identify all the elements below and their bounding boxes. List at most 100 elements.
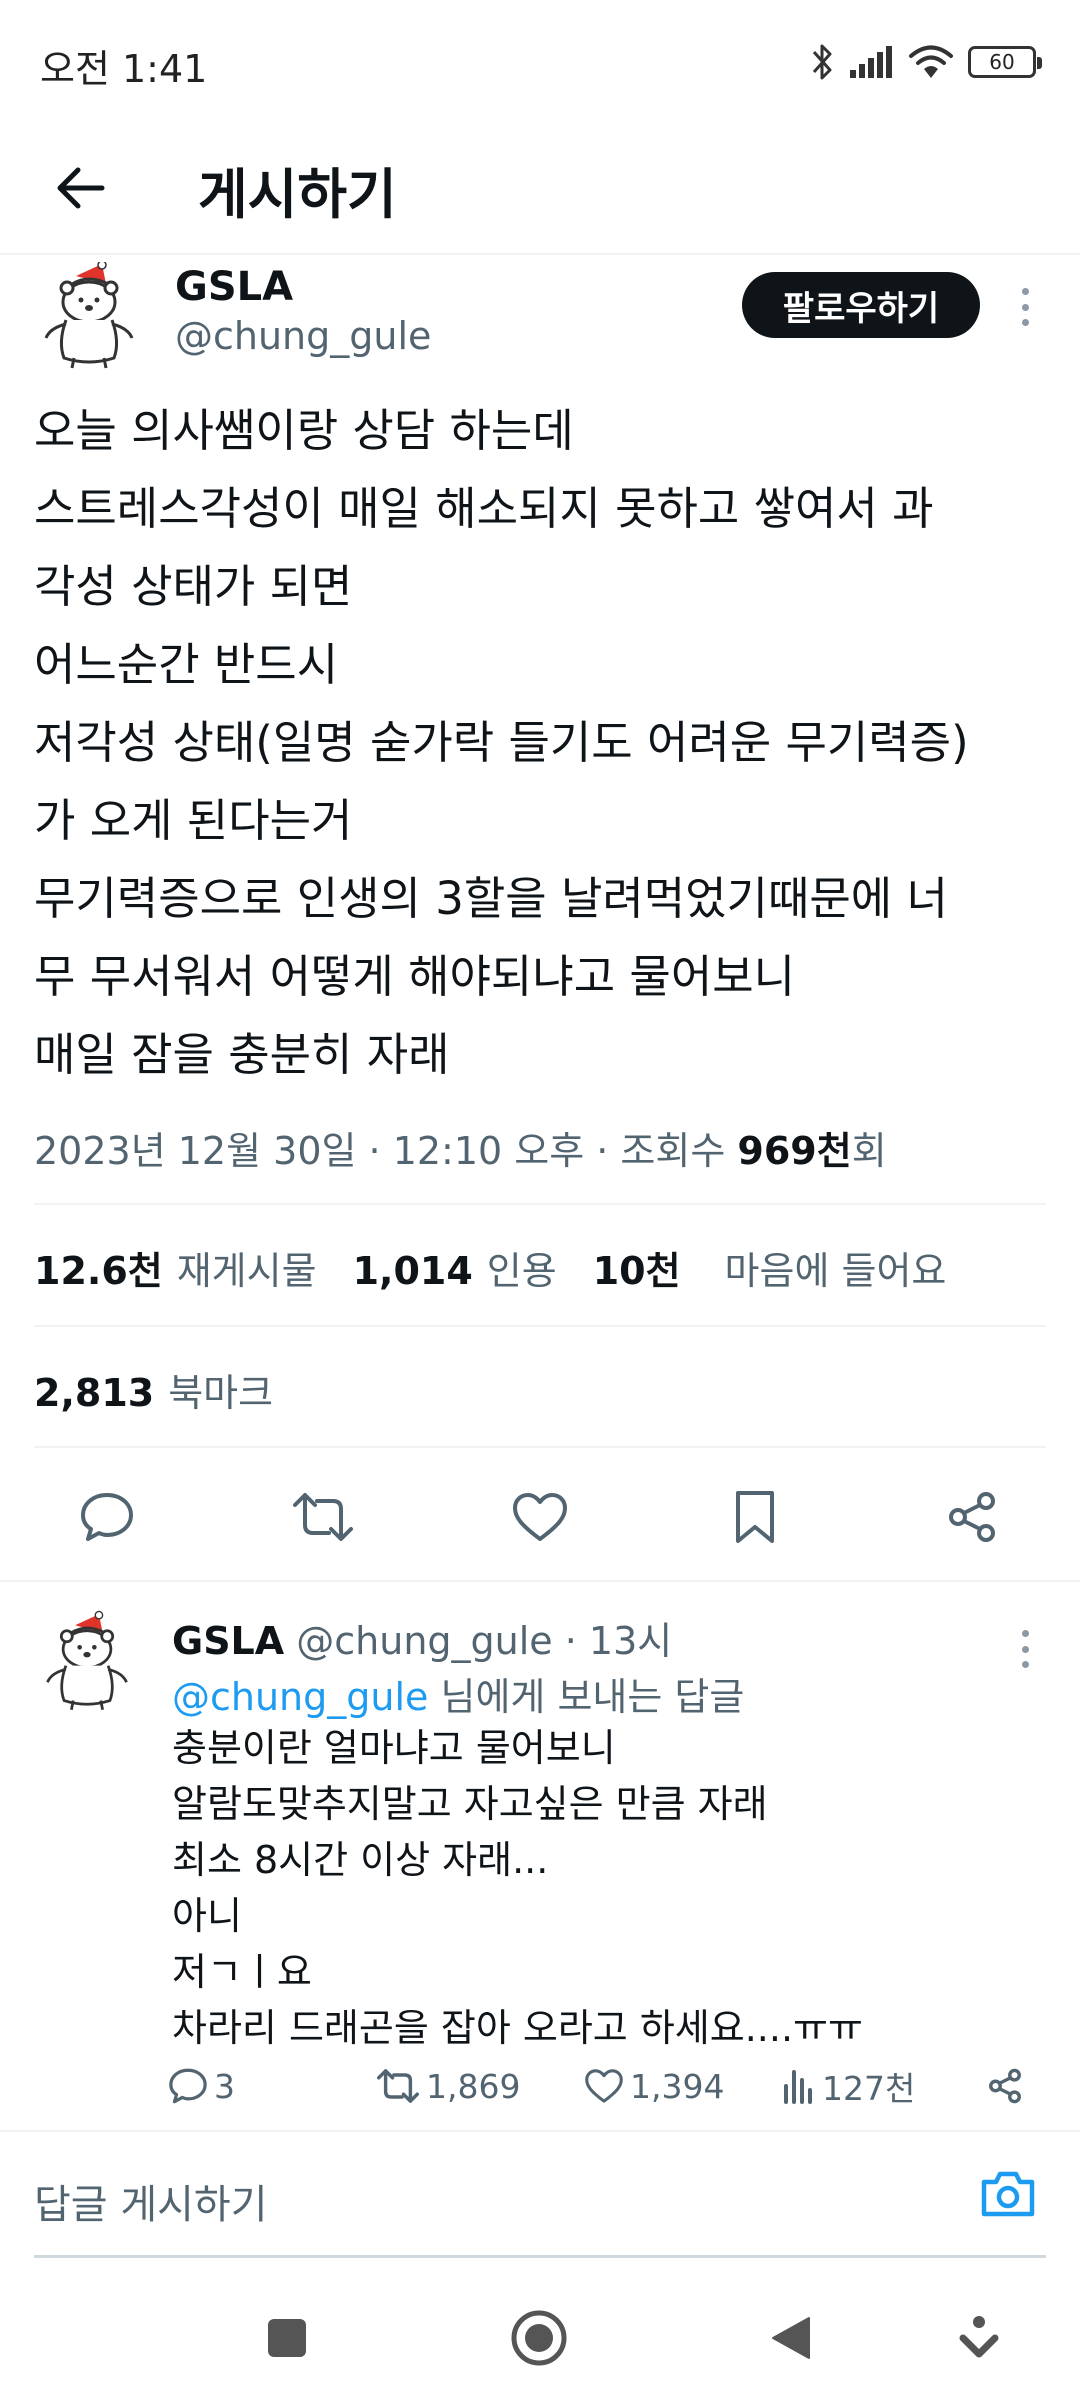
reply-likes-count: 1,394 (630, 2066, 725, 2106)
triangle-back-icon (772, 2317, 810, 2359)
reply-like-button[interactable]: 1,394 (584, 2058, 724, 2114)
more-options-icon[interactable] (1010, 282, 1040, 332)
reply-views-button[interactable]: 127천 (782, 2058, 915, 2114)
post-timestamp: 2023년 12월 30일 · 12:10 오후 · 조회수 969천회 (34, 1120, 887, 1175)
more-options-icon[interactable] (1010, 1624, 1040, 1674)
speech-bubble-icon (81, 1493, 133, 1541)
system-nav-bar (0, 2275, 1080, 2400)
share-button[interactable] (937, 1482, 1007, 1552)
bear-avatar-icon (44, 260, 134, 369)
dot (1021, 288, 1029, 295)
reposts-label[interactable]: 재게시물 (177, 1240, 317, 1295)
composer-underline (34, 2255, 1046, 2258)
home-circle-icon (511, 2310, 567, 2366)
heart-icon (585, 2069, 623, 2103)
dot (1021, 303, 1029, 311)
reposts-count[interactable]: 12.6천 (34, 1240, 163, 1295)
reply-views-count: 127천 (822, 2069, 916, 2108)
reply-share-button[interactable] (986, 2058, 1024, 2114)
bookmark-icon (736, 1491, 774, 1543)
wifi-icon (909, 45, 953, 78)
reply-line: 저ㄱㅣ요 (172, 1950, 312, 1994)
reply-line: 알람도맞추지말고 자고싶은 만큼 자래 (172, 1782, 768, 1826)
reply-to-suffix: 님에게 보내는 답글 (428, 1675, 745, 1719)
author-handle[interactable]: @chung_gule (175, 314, 431, 358)
bookmark-button[interactable] (720, 1482, 790, 1552)
bookmark-stats: 2,813 북마크 (34, 1362, 309, 1417)
reply-input[interactable]: 답글 게시하기 (34, 2172, 268, 2230)
post-body: 오늘 의사쌤이랑 상담 하는데 스트레스각성이 매일 해소되지 못하고 쌓여서 … (34, 392, 1054, 1094)
arrow-left-icon (57, 167, 105, 209)
top-bar: 게시하기 (0, 120, 1080, 255)
bluetooth-icon (812, 44, 832, 80)
post-action-bar (0, 1472, 1080, 1562)
reply-button[interactable] (72, 1482, 142, 1552)
page-title: 게시하기 (198, 163, 397, 226)
engagement-stats: 12.6천 재게시물 1,014 인용 10천 마음에 들어요 (34, 1240, 982, 1295)
divider (34, 1203, 1046, 1205)
post-line: 스트레스각성이 매일 해소되지 못하고 쌓여서 과 (34, 482, 934, 535)
timestamp-text: 2023년 12월 30일 · 12:10 오후 · 조회수 (34, 1129, 738, 1173)
reply-author-name[interactable]: GSLA (172, 1619, 284, 1663)
follow-button[interactable]: 팔로우하기 (742, 272, 980, 338)
post-line: 무 무서워서 어떻게 해야되냐고 물어보니 (34, 950, 796, 1003)
post-line: 오늘 의사쌤이랑 상담 하는데 (34, 404, 574, 457)
reply-reposts-count: 1,869 (426, 2066, 521, 2106)
heart-icon (513, 1493, 567, 1541)
quotes-count[interactable]: 1,014 (353, 1249, 473, 1293)
avatar[interactable] (40, 260, 138, 370)
post-line: 저각성 상태(일명 숟가락 들기도 어려운 무기력증) (34, 716, 969, 769)
status-bar: 오전 1:41 60 (0, 0, 1080, 120)
dot (1021, 1661, 1029, 1668)
post-header: GSLA @chung_gule 팔로우하기 (0, 258, 1080, 378)
views-suffix: 회 (851, 1129, 887, 1173)
reply-tweet[interactable]: GSLA @chung_gule · 13시 @chung_gule 님에게 보… (0, 1580, 1080, 2130)
share-icon (949, 1492, 995, 1542)
battery-icon: 60 (968, 46, 1042, 78)
status-icons: 60 (810, 40, 1042, 84)
views-count: 969천 (737, 1129, 852, 1173)
like-button[interactable] (505, 1482, 575, 1552)
bookmarks-count[interactable]: 2,813 (34, 1371, 154, 1415)
likes-count[interactable]: 10천 (593, 1240, 681, 1295)
reply-line: 차라리 드래곤을 잡아 오라고 하세요....ㅠㅠ (172, 2006, 863, 2050)
reply-line: 최소 8시간 이상 자래... (172, 1838, 549, 1882)
status-time: 오전 1:41 (40, 47, 208, 91)
likes-label[interactable]: 마음에 들어요 (725, 1240, 947, 1295)
repost-arrows-icon (377, 2069, 419, 2103)
replying-to: @chung_gule 님에게 보내는 답글 (172, 1666, 744, 1721)
reply-repost-button[interactable]: 1,869 (376, 2058, 520, 2114)
speech-bubble-icon (169, 2068, 207, 2104)
back-nav-button[interactable] (756, 2303, 826, 2373)
avatar[interactable] (42, 1610, 132, 1714)
post-line: 각성 상태가 되면 (34, 560, 353, 613)
post-line: 가 오게 된다는거 (34, 794, 353, 847)
quotes-label[interactable]: 인용 (487, 1240, 557, 1295)
recents-button[interactable] (252, 2303, 322, 2373)
assistant-button[interactable] (944, 2303, 1014, 2373)
reply-handle-time: @chung_gule · 13시 (284, 1619, 673, 1663)
back-button[interactable] (40, 148, 120, 228)
bear-avatar-icon (46, 1610, 128, 1711)
dot (1021, 1645, 1029, 1653)
divider (34, 1325, 1046, 1327)
reply-reply-button[interactable]: 3 (168, 2058, 235, 2114)
reply-composer: 답글 게시하기 (0, 2130, 1080, 2260)
reply-line: 충분이란 얼마냐고 물어보니 (172, 1726, 616, 1770)
reply-header: GSLA @chung_gule · 13시 (172, 1610, 672, 1665)
reply-to-mention[interactable]: @chung_gule (172, 1675, 428, 1719)
home-button[interactable] (504, 2303, 574, 2373)
reply-replies-count: 3 (214, 2066, 235, 2106)
camera-button[interactable] (978, 2168, 1048, 2230)
reply-action-bar: 3 1,869 1,394 127천 (168, 2058, 1048, 2114)
bar-chart-icon (784, 2070, 812, 2104)
camera-icon (981, 2171, 1035, 2217)
battery-level: 60 (989, 50, 1015, 74)
repost-arrows-icon (293, 1493, 353, 1541)
divider (34, 1446, 1046, 1448)
author-name[interactable]: GSLA (175, 264, 293, 310)
bookmarks-label[interactable]: 북마크 (168, 1362, 273, 1417)
repost-button[interactable] (288, 1482, 358, 1552)
reply-body: 충분이란 얼마냐고 물어보니 알람도맞추지말고 자고싶은 만큼 자래 최소 8시… (172, 1720, 863, 2056)
post-line: 매일 잠을 충분히 자래 (34, 1028, 450, 1081)
